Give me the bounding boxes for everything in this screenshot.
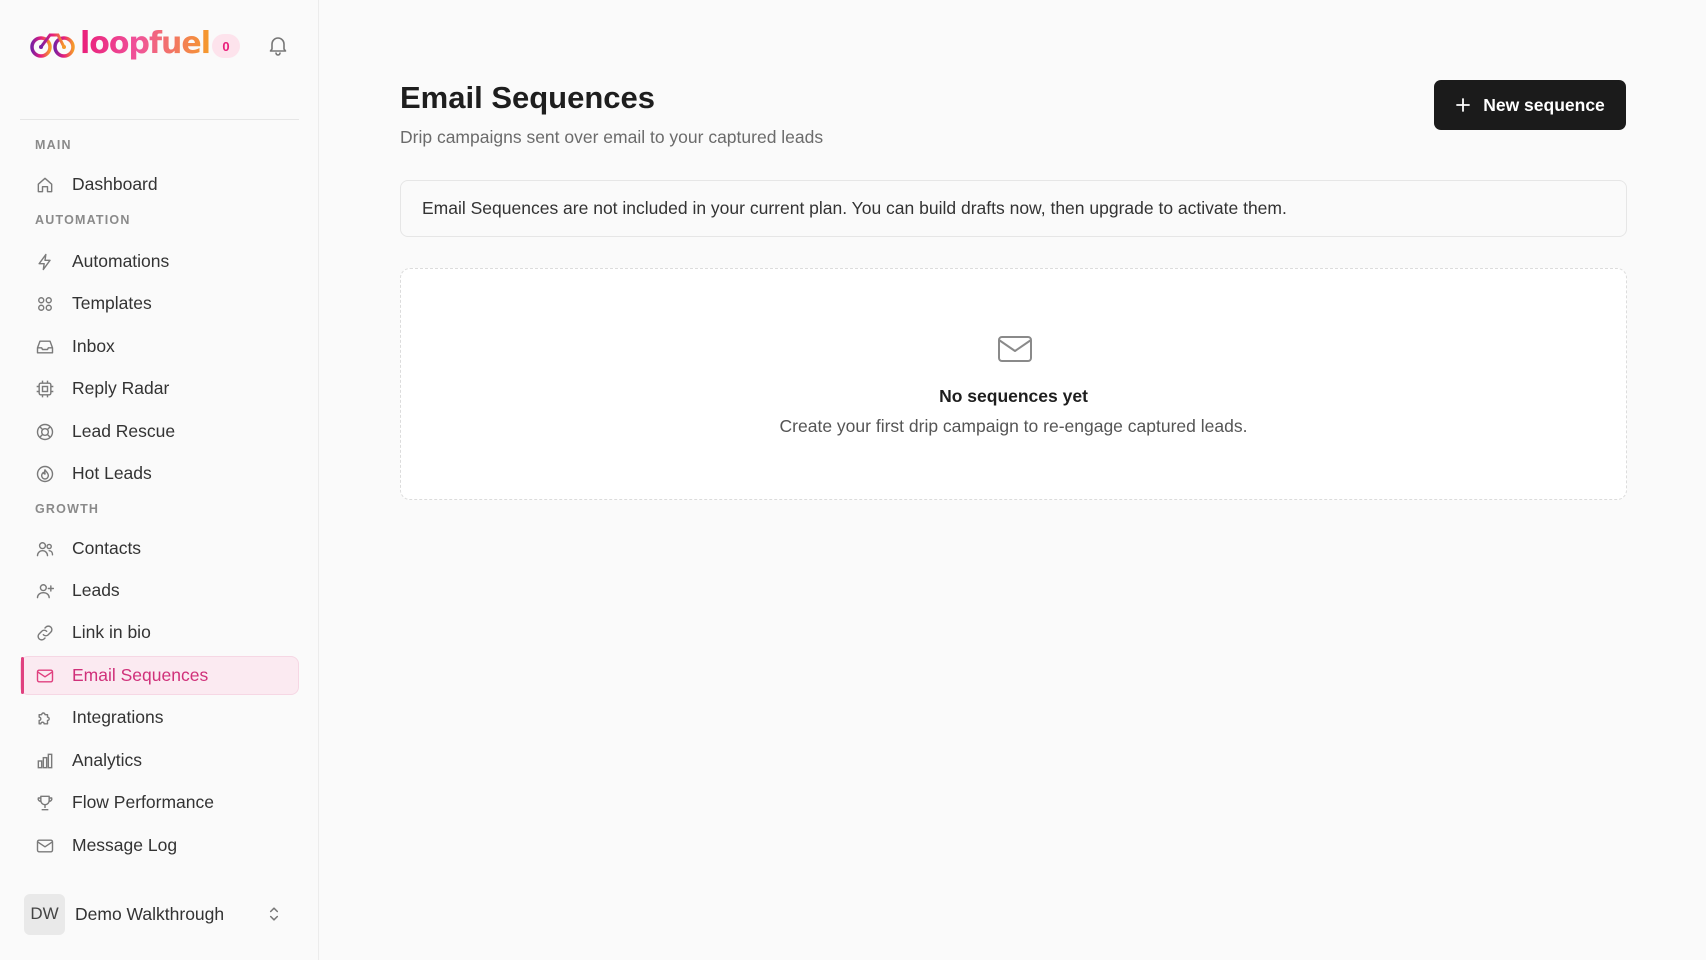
bell-icon[interactable] — [266, 33, 290, 57]
puzzle-icon — [35, 708, 55, 728]
section-label-automation: AUTOMATION — [35, 213, 131, 227]
plus-icon — [1455, 97, 1471, 113]
radar-icon — [35, 379, 55, 399]
sidebar-item-label: Contacts — [72, 538, 142, 558]
page-subtitle: Drip campaigns sent over email to your c… — [400, 127, 824, 147]
avatar: DW — [24, 893, 65, 935]
sidebar-item-label: Lead Rescue — [72, 421, 176, 441]
sidebar-item-email-sequences[interactable]: Email Sequences — [20, 656, 299, 695]
sidebar-item-label: Email Sequences — [72, 665, 209, 685]
sidebar-item-lead-rescue[interactable]: Lead Rescue — [20, 412, 299, 451]
account-name: Demo Walkthrough — [75, 903, 225, 924]
inbox-icon — [35, 337, 55, 357]
lifebuoy-icon — [35, 422, 55, 442]
sidebar-item-label: Analytics — [72, 750, 143, 770]
sidebar-item-dashboard[interactable]: Dashboard — [20, 165, 299, 204]
mail-icon — [35, 666, 55, 686]
sidebar-item-label: Inbox — [72, 336, 115, 356]
user-plus-icon — [35, 581, 55, 601]
page-title: Email Sequences — [400, 80, 656, 115]
link-icon — [35, 623, 55, 643]
home-icon — [35, 175, 55, 195]
sidebar-item-reply-radar[interactable]: Reply Radar — [20, 369, 299, 408]
trophy-icon — [35, 793, 55, 813]
sidebar-item-label: Leads — [72, 580, 120, 600]
sidebar-item-flow-performance[interactable]: Flow Performance — [20, 783, 299, 822]
new-sequence-button[interactable]: New sequence — [1434, 80, 1626, 130]
sidebar: loopfuel 0 MAIN Dashboard AUTOMATION Aut… — [0, 0, 319, 960]
sidebar-item-label: Dashboard — [72, 174, 158, 194]
sidebar-item-label: Hot Leads — [72, 463, 152, 483]
sidebar-item-label: Message Log — [72, 835, 178, 855]
bar-chart-icon — [35, 751, 55, 771]
users-icon — [35, 539, 55, 559]
sidebar-item-label: Flow Performance — [72, 792, 214, 812]
sidebar-item-label: Reply Radar — [72, 378, 170, 398]
notification-count-badge: 0 — [212, 34, 241, 58]
sidebar-item-label: Automations — [72, 251, 170, 271]
sidebar-item-leads[interactable]: Leads — [20, 571, 299, 610]
account-switcher[interactable]: DW Demo Walkthrough — [24, 893, 286, 935]
brand-logo[interactable]: loopfuel 0 — [30, 26, 241, 62]
sidebar-item-label: Link in bio — [72, 622, 151, 642]
sidebar-item-label: Templates — [72, 293, 152, 313]
sidebar-item-analytics[interactable]: Analytics — [20, 741, 299, 780]
sidebar-item-contacts[interactable]: Contacts — [20, 529, 299, 568]
sidebar-item-message-log[interactable]: Message Log — [20, 826, 299, 865]
logo-mark — [30, 29, 76, 59]
brand-wordmark: loopfuel — [80, 26, 211, 61]
plan-notice: Email Sequences are not included in your… — [400, 180, 1627, 237]
section-label-main: MAIN — [35, 138, 72, 152]
sidebar-nav: MAIN Dashboard AUTOMATION Automations Te… — [20, 130, 299, 865]
sidebar-item-hot-leads[interactable]: Hot Leads — [20, 454, 299, 493]
empty-state-description: Create your first drip campaign to re-en… — [779, 416, 1248, 436]
sidebar-item-inbox[interactable]: Inbox — [20, 327, 299, 366]
new-sequence-label: New sequence — [1483, 94, 1605, 115]
sidebar-item-automations[interactable]: Automations — [20, 242, 299, 281]
lightning-icon — [35, 252, 55, 272]
empty-state-title: No sequences yet — [939, 386, 1088, 406]
empty-state: No sequences yet Create your first drip … — [400, 268, 1627, 500]
mail-icon — [35, 836, 55, 856]
sidebar-item-link-in-bio[interactable]: Link in bio — [20, 613, 299, 652]
sidebar-item-label: Integrations — [72, 707, 164, 727]
section-label-growth: GROWTH — [35, 502, 100, 516]
sidebar-item-templates[interactable]: Templates — [20, 284, 299, 323]
flame-icon — [35, 464, 55, 484]
sidebar-item-integrations[interactable]: Integrations — [20, 698, 299, 737]
grid-icon — [35, 294, 55, 314]
sidebar-divider — [20, 119, 299, 120]
mail-icon — [997, 333, 1033, 365]
chevron-up-down-icon — [264, 904, 284, 924]
